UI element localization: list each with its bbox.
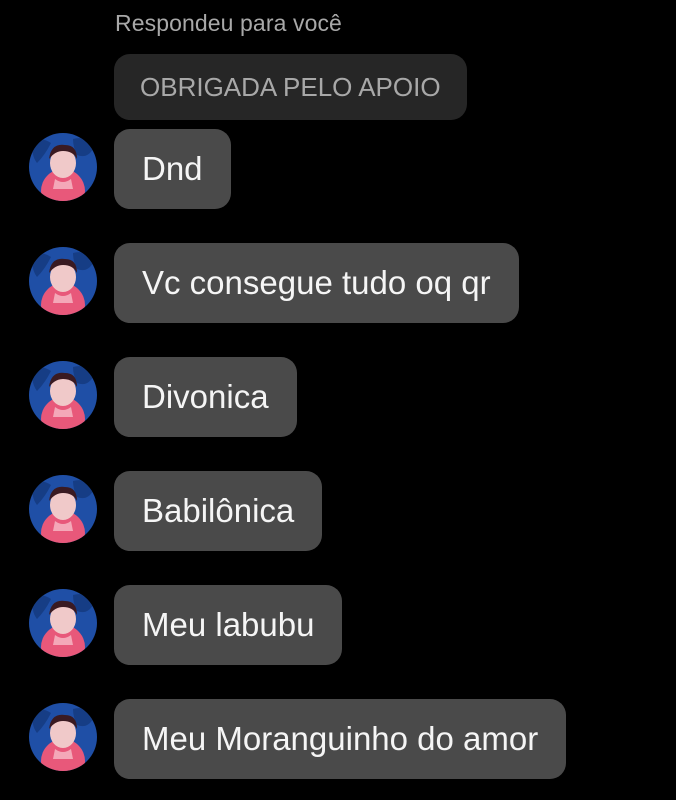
- avatar-icon: [29, 589, 97, 657]
- profile-photo-avatar[interactable]: [29, 475, 97, 543]
- message-row: Dnd: [0, 129, 676, 209]
- message-bubble[interactable]: Meu Moranguinho do amor: [114, 699, 567, 779]
- message-row: Babilônica: [0, 471, 676, 551]
- avatar-icon: [29, 133, 97, 201]
- profile-photo-avatar[interactable]: [29, 589, 97, 657]
- message-bubble[interactable]: Babilônica: [114, 471, 323, 551]
- reply-caption: Respondeu para você: [115, 10, 342, 36]
- message-bubble[interactable]: Vc consegue tudo oq qr: [114, 243, 519, 323]
- quoted-message-bubble[interactable]: OBRIGADA PELO APOIO: [114, 54, 467, 120]
- avatar-icon: [29, 361, 97, 429]
- message-row: Vc consegue tudo oq qr: [0, 243, 676, 323]
- avatar-icon: [29, 247, 97, 315]
- profile-photo-avatar[interactable]: [29, 361, 97, 429]
- message-row: Meu Moranguinho do amor: [0, 699, 676, 779]
- message-row: Meu labubu: [0, 585, 676, 665]
- avatar-icon: [29, 703, 97, 771]
- message-bubble[interactable]: Dnd: [114, 129, 231, 209]
- message-bubble[interactable]: Divonica: [114, 357, 297, 437]
- profile-photo-avatar[interactable]: [29, 247, 97, 315]
- message-bubble[interactable]: Meu labubu: [114, 585, 343, 665]
- message-row: Divonica: [0, 357, 676, 437]
- avatar-icon: [29, 475, 97, 543]
- profile-photo-avatar[interactable]: [29, 703, 97, 771]
- profile-photo-avatar[interactable]: [29, 133, 97, 201]
